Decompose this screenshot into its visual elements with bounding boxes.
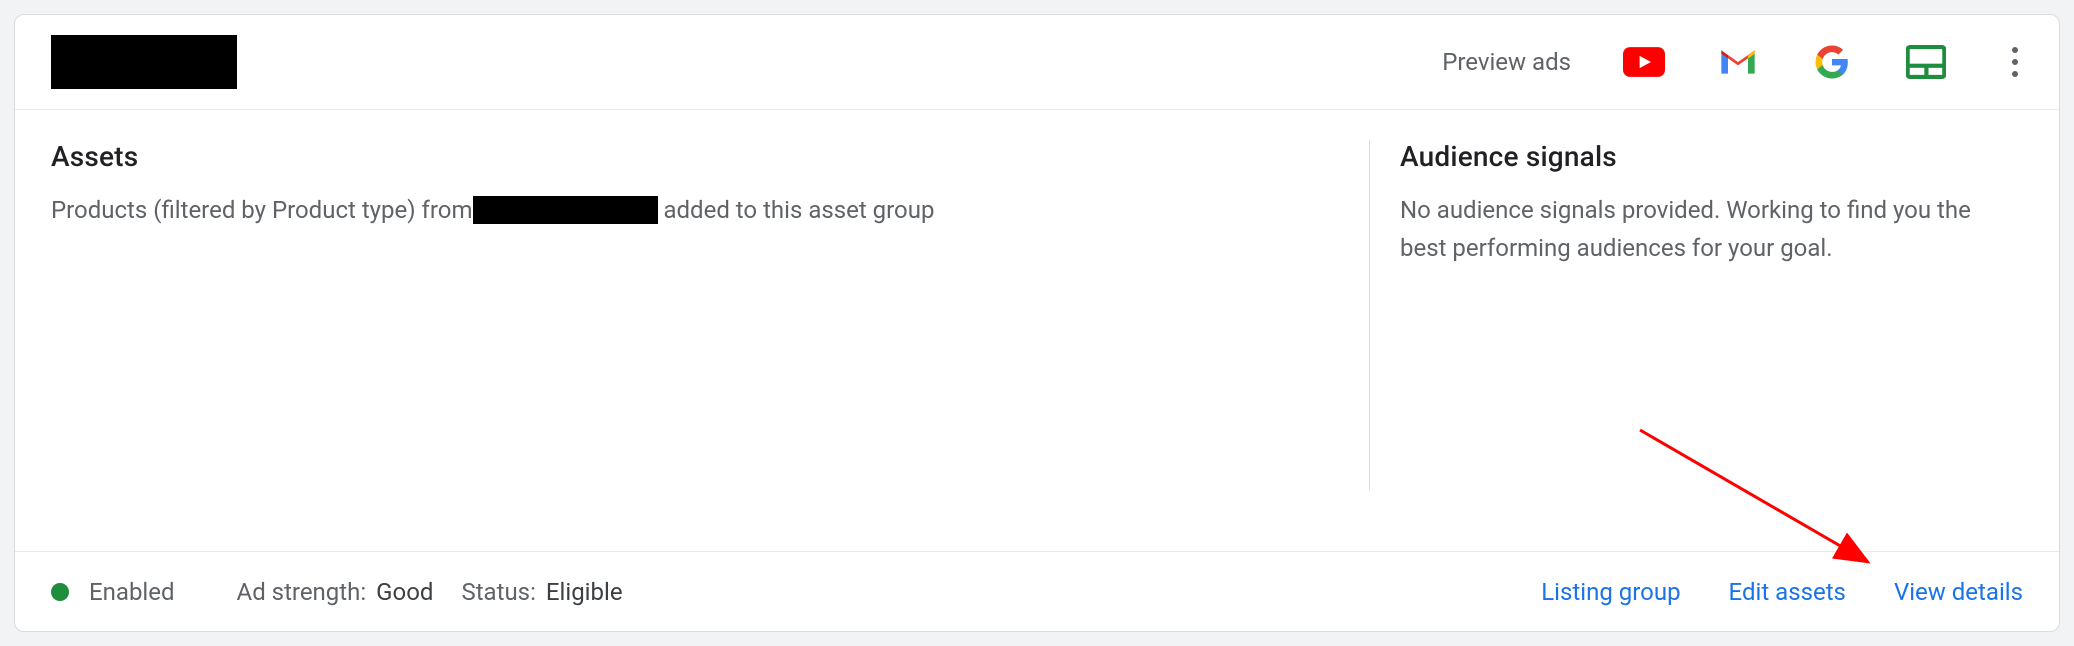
assets-desc-suffix: added to this asset group [658,196,935,224]
card-footer: Enabled Ad strength: Good Status: Eligib… [15,551,2059,631]
status-label: Status: [461,578,535,606]
enabled-status: Enabled [51,578,175,606]
status-item: Status: Eligible [461,578,622,606]
more-options-icon[interactable] [1999,41,2031,83]
asset-group-name-redacted [51,35,237,89]
ad-strength-label: Ad strength: [237,578,367,606]
edit-assets-link[interactable]: Edit assets [1729,578,1846,606]
assets-section: Assets Products (filtered by Product typ… [51,140,1369,551]
google-icon[interactable] [1811,41,1853,83]
channel-icons [1623,41,2031,83]
ad-strength-value: Good [376,578,433,606]
ad-strength-item: Ad strength: Good [237,578,434,606]
audience-section: Audience signals No audience signals pro… [1369,140,2023,490]
assets-title: Assets [51,140,1329,173]
status-dot-icon [51,583,69,601]
display-network-icon[interactable] [1905,41,1947,83]
status-value: Eligible [546,578,623,606]
asset-group-card: Preview ads [14,14,2060,632]
audience-text: No audience signals provided. Working to… [1400,191,2023,268]
preview-ads-link[interactable]: Preview ads [1442,48,1571,76]
footer-links: Listing group Edit assets View details [1541,578,2023,606]
header-right: Preview ads [1442,41,2031,83]
listing-group-link[interactable]: Listing group [1541,578,1680,606]
audience-title: Audience signals [1400,140,2023,173]
header-left [51,35,237,89]
view-details-link[interactable]: View details [1894,578,2023,606]
youtube-icon[interactable] [1623,41,1665,83]
card-header: Preview ads [15,15,2059,110]
gmail-icon[interactable] [1717,41,1759,83]
enabled-label: Enabled [89,578,175,606]
assets-desc-prefix: Products (filtered by Product type) from [51,196,473,224]
merchant-name-redacted [473,196,658,224]
footer-status-group: Enabled Ad strength: Good Status: Eligib… [51,578,623,606]
assets-description: Products (filtered by Product type) from… [51,191,1329,229]
card-body: Assets Products (filtered by Product typ… [15,110,2059,551]
